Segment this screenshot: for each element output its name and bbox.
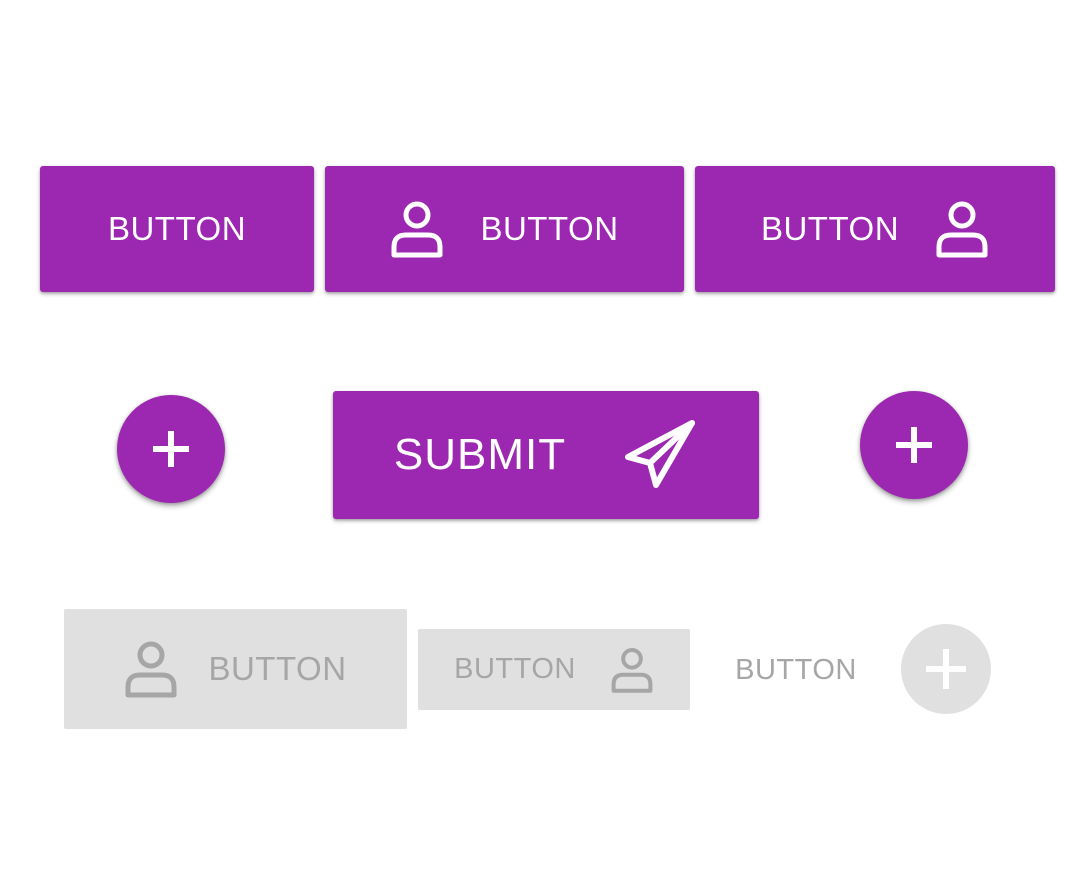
person-icon <box>124 639 178 699</box>
disabled-text-button: BUTTON <box>722 640 870 700</box>
button-showcase: BUTTON BUTTON BUTTON SUBMIT BUTTON BUTTO… <box>0 0 1080 882</box>
primary-button-icon-left[interactable]: BUTTON <box>325 166 684 292</box>
button-label: BUTTON <box>760 210 900 247</box>
paper-plane-icon <box>622 417 698 493</box>
fab-add-button[interactable] <box>860 391 968 499</box>
plus-icon <box>894 425 934 465</box>
button-label: BUTTON <box>454 653 576 685</box>
button-label: BUTTON <box>735 653 857 686</box>
button-label: BUTTON <box>107 210 247 247</box>
button-label: BUTTON <box>480 210 619 247</box>
plus-icon <box>923 646 969 692</box>
disabled-button-small: BUTTON <box>418 629 690 710</box>
fab-add-button[interactable] <box>117 395 225 503</box>
button-label: BUTTON <box>208 650 347 687</box>
submit-button[interactable]: SUBMIT <box>333 391 759 519</box>
submit-label: SUBMIT <box>393 430 567 479</box>
person-icon <box>390 199 444 259</box>
person-icon <box>935 199 989 259</box>
plus-icon <box>151 429 191 469</box>
disabled-fab-button <box>901 624 991 714</box>
disabled-button-large: BUTTON <box>64 609 407 729</box>
person-icon <box>610 646 654 694</box>
primary-button[interactable]: BUTTON <box>40 166 314 292</box>
primary-button-icon-right[interactable]: BUTTON <box>695 166 1055 292</box>
